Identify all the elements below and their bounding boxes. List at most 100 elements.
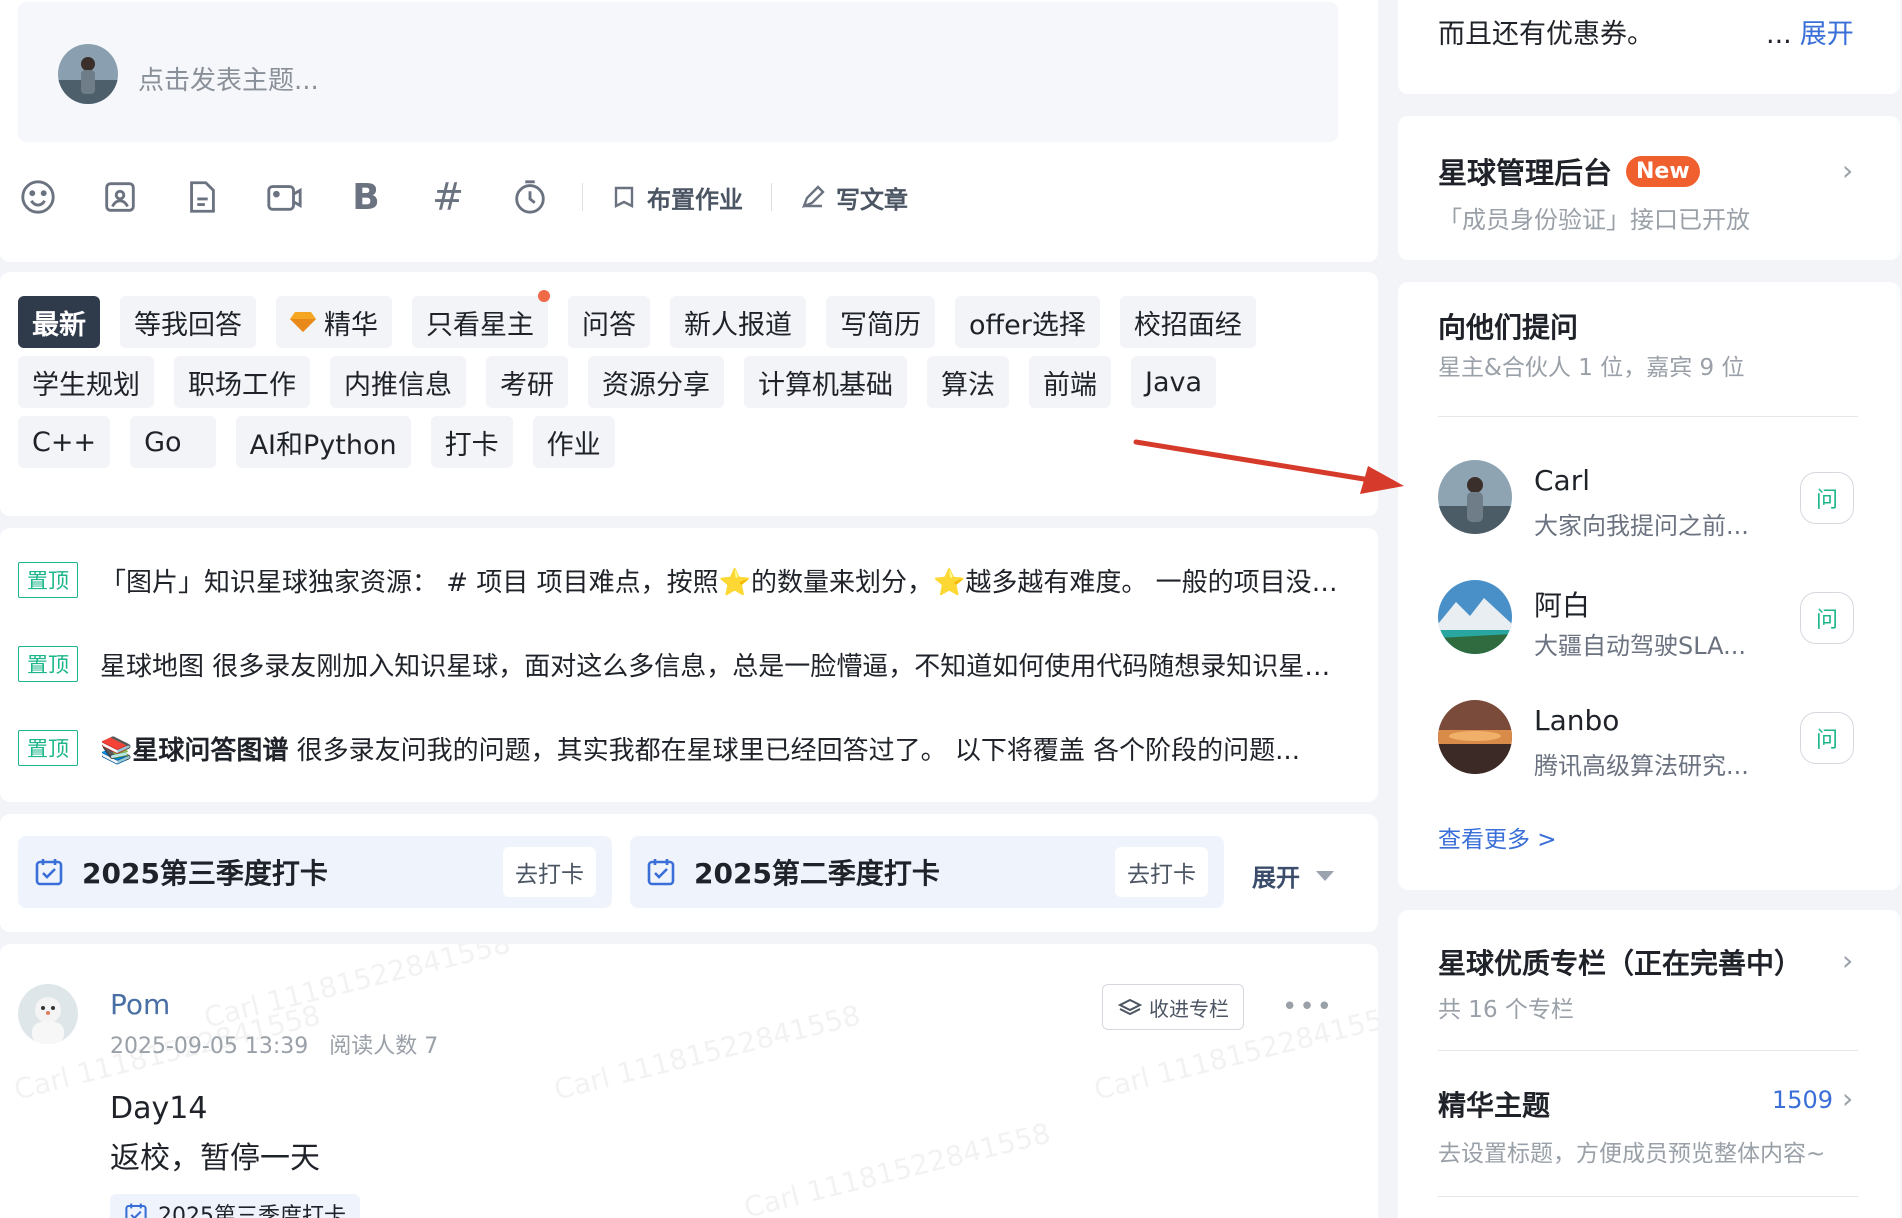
pinned-text: 「图片」知识星球独家资源： # 项目 项目难点，按照⭐的数量来划分，⭐越多越有难… [100,567,1338,598]
tag-homework[interactable]: 作业 [532,416,615,468]
expert-name: Lanbo [1534,704,1620,737]
columns-panel: 星球优质专栏（正在完善中） › 共 16 个专栏 精华主题 1509 › 去设置… [1398,910,1900,1218]
more-options-icon[interactable]: ••• [1282,992,1334,1022]
post-line: Day14 [110,1091,208,1126]
essence-title[interactable]: 精华主题 [1438,1084,1550,1124]
expert-item[interactable]: Lanbo 腾讯高级算法研究... 问 [1438,700,1868,780]
post-card: Carl 11181522841558 Carl 11181522841558 … [0,944,1378,1218]
file-icon[interactable] [182,177,222,217]
pinned-text: 星球地图 很多录友刚加入知识星球，面对这么多信息，总是一脸懵逼，不知道如何使用代… [100,651,1338,682]
columns-subtitle: 共 16 个专栏 [1438,997,1574,1023]
expert-item[interactable]: 阿白 大疆自动驾驶SLA... 问 [1438,580,1868,660]
tag-resume[interactable]: 写简历 [826,296,935,348]
tag-row-2: 学生规划 职场工作 内推信息 考研 资源分享 计算机基础 算法 前端 Java [18,356,1236,408]
expand-label: 展开 [1252,864,1300,892]
diamond-icon [290,312,316,332]
expert-avatar [1438,460,1512,534]
tag-student-plan[interactable]: 学生规划 [18,356,154,408]
admin-panel-card[interactable]: 星球管理后台 New 「成员身份验证」接口已开放 › [1398,116,1900,260]
checkin-item[interactable]: 2025第三季度打卡 去打卡 [18,836,612,908]
tag-ai-python[interactable]: AI和Python [235,416,411,468]
assign-homework-label: 布置作业 [647,185,743,214]
divider [1438,1050,1858,1051]
bold-icon[interactable]: B [346,177,386,218]
post-checkin-tag[interactable]: 2025第三季度打卡 [110,1194,360,1218]
essence-subtitle: 去设置标题，方便成员预览整体内容~ [1438,1141,1826,1167]
image-icon[interactable] [100,177,140,217]
annotation-arrow-icon [1133,439,1404,494]
expert-avatar [1438,700,1512,774]
composer-placeholder: 点击发表主题... [138,66,319,96]
tag-workplace[interactable]: 职场工作 [174,356,310,408]
homework-icon [614,186,634,208]
tag-latest[interactable]: 最新 [18,296,100,348]
chevron-right-icon: › [1842,944,1854,977]
post-composer: 点击发表主题... B # 布置作业 写文章 [0,0,1378,262]
emoji-icon[interactable] [18,177,58,217]
tag-frontend[interactable]: 前端 [1029,356,1111,408]
intro-expand-link[interactable]: 展开 [1800,19,1854,50]
write-article-label: 写文章 [836,185,908,214]
tag-referral[interactable]: 内推信息 [330,356,466,408]
tag-row-1: 最新 等我回答 精华 只看星主 问答 新人报道 写简历 offer选择 校招面经 [18,290,1276,348]
tag-algorithm[interactable]: 算法 [927,356,1009,408]
hashtag-icon[interactable]: # [428,175,468,219]
expert-avatar [1438,580,1512,654]
write-article-button[interactable]: 写文章 [800,180,908,215]
checkin-item[interactable]: 2025第二季度打卡 去打卡 [630,836,1224,908]
columns-title[interactable]: 星球优质专栏（正在完善中） [1438,942,1802,982]
tag-qa[interactable]: 问答 [568,296,650,348]
intro-ellipsis: ... [1766,19,1792,50]
see-more-link[interactable]: 查看更多 > [1438,820,1557,854]
ask-button[interactable]: 问 [1800,712,1854,764]
tag-go[interactable]: Go [130,416,216,468]
timer-icon[interactable] [510,177,550,217]
expand-checkins-button[interactable]: 展开 [1252,858,1334,893]
pinned-item[interactable]: 置顶 「图片」知识星球独家资源： # 项目 项目难点，按照⭐的数量来划分，⭐越多… [18,560,1338,600]
ask-button[interactable]: 问 [1800,592,1854,644]
tag-newcomers[interactable]: 新人报道 [670,296,806,348]
new-badge: New [1626,155,1700,187]
assign-homework-button[interactable]: 布置作业 [611,180,743,215]
essence-count: 1509 [1772,1086,1834,1114]
post-meta: 2025-09-05 13:39 阅读人数 7 [110,1028,438,1060]
calendar-check-icon [125,1203,147,1218]
post-tag-label: 2025第三季度打卡 [158,1204,346,1218]
pinned-badge: 置顶 [18,562,78,598]
checkin-button[interactable]: 去打卡 [1115,847,1208,897]
expert-name: 阿白 [1534,589,1591,622]
tag-grad-exam[interactable]: 考研 [486,356,568,408]
checkin-title: 2025第三季度打卡 [82,857,328,890]
tag-interview[interactable]: 校招面经 [1119,296,1256,348]
author-avatar[interactable] [18,984,78,1044]
tag-java[interactable]: Java [1131,356,1217,408]
tag-owner-only[interactable]: 只看星主 [412,290,550,348]
checkin-button[interactable]: 去打卡 [503,847,596,897]
pinned-badge: 置顶 [18,730,78,766]
pinned-item[interactable]: 置顶 星球地图 很多录友刚加入知识星球，面对这么多信息，总是一脸懵逼，不知道如何… [18,644,1338,684]
ask-button[interactable]: 问 [1800,472,1854,524]
expert-item[interactable]: Carl 大家向我提问之前... 问 [1438,460,1868,540]
watermark: Carl 11181522841558 [550,998,864,1107]
pinned-item[interactable]: 置顶 📚星球问答图谱 很多录友问我的问题，其实我都在星球里已经回答过了。 以下将… [18,728,1338,768]
tag-checkin[interactable]: 打卡 [430,416,513,468]
intro-expand[interactable]: ... 展开 [1766,12,1854,51]
collect-to-column-button[interactable]: 收进专栏 [1102,984,1244,1030]
chevron-right-icon: › [1842,1082,1854,1115]
checkin-panel: 2025第三季度打卡 去打卡 2025第二季度打卡 去打卡 展开 [0,814,1378,932]
composer-input-area[interactable]: 点击发表主题... [18,2,1338,142]
calendar-check-icon [647,859,675,886]
author-name[interactable]: Pom [110,988,170,1021]
tag-cs-basics[interactable]: 计算机基础 [744,356,907,408]
tag-awaiting-answer[interactable]: 等我回答 [120,296,256,348]
collect-label: 收进专栏 [1149,996,1229,1021]
tag-cpp[interactable]: C++ [18,416,111,468]
tag-offer[interactable]: offer选择 [955,296,1100,348]
post-line: 返校，暂停一天 [110,1141,320,1176]
video-icon[interactable] [264,177,304,217]
tag-featured[interactable]: 精华 [276,296,392,348]
checkin-title: 2025第二季度打卡 [694,857,940,890]
toolbar-separator [582,183,583,211]
ask-panel: 向他们提问 星主&合伙人 1 位，嘉宾 9 位 Carl 大家向我提问之前...… [1398,282,1900,890]
tag-resources[interactable]: 资源分享 [588,356,724,408]
